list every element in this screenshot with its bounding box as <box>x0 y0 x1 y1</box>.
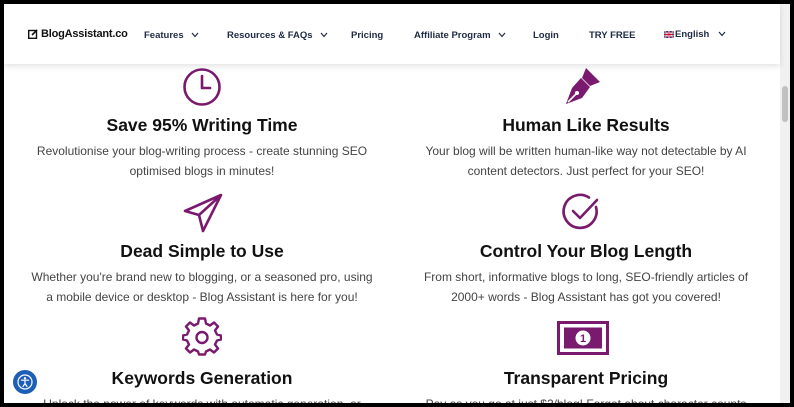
site-header: BlogAssistant.co Features Resources & FA… <box>4 4 780 64</box>
language-label: English <box>675 28 710 40</box>
accessibility-icon <box>17 374 33 390</box>
chevron-down-icon <box>498 32 506 38</box>
feature-title: Control Your Blog Length <box>479 241 693 261</box>
feature-description: From short, informative blogs to long, S… <box>396 267 776 307</box>
banknote-icon: 1 <box>557 321 609 355</box>
feature-description: Unlock the power of keywords with automa… <box>12 394 392 403</box>
check-circle-icon <box>562 193 599 230</box>
nav-features[interactable]: Features <box>144 28 199 42</box>
feature-description-line: Your blog will be written human-like way… <box>425 144 747 158</box>
feature-title: Human Like Results <box>502 115 670 135</box>
feature-title: Dead Simple to Use <box>120 241 284 261</box>
feature-description-line: Unlock the power of keywords with automa… <box>12 394 392 403</box>
scrollbar-thumb[interactable] <box>782 86 788 122</box>
feature-description-line: a mobile device or desktop - Blog Assist… <box>46 290 358 304</box>
nav-pricing[interactable]: Pricing <box>351 28 383 42</box>
chevron-down-icon <box>718 31 726 37</box>
nav-try-free[interactable]: TRY FREE <box>589 28 635 42</box>
feature-description: Pay as you go at just $2/blog! Forget ab… <box>396 394 776 403</box>
nav-affiliate-label: Affiliate Program <box>414 29 491 41</box>
feature-description: Your blog will be written human-like way… <box>396 141 776 181</box>
nav-login[interactable]: Login <box>533 28 559 42</box>
nav-resources[interactable]: Resources & FAQs <box>227 28 328 42</box>
feature-description: Whether you're brand new to blogging, or… <box>12 267 392 307</box>
chevron-down-icon <box>320 32 328 38</box>
feature-description-line: optimised blogs in minutes! <box>129 164 275 178</box>
feature-description-line: Pay as you go at just $2/blog! Forget ab… <box>396 394 776 403</box>
logo-text: BlogAssistant.co <box>41 28 128 40</box>
nav-features-label: Features <box>144 29 184 41</box>
nav-pricing-label: Pricing <box>351 29 384 41</box>
feature-title: Transparent Pricing <box>503 368 669 388</box>
feature-title: Keywords Generation <box>111 368 293 388</box>
scrollbar-track[interactable] <box>780 4 790 403</box>
feature-description-line: content detectors. Just perfect for your… <box>467 164 705 178</box>
gear-icon <box>182 317 222 356</box>
browser-viewport: BlogAssistant.co Features Resources & FA… <box>4 4 790 403</box>
paper-plane-icon <box>183 193 223 233</box>
feature-description-line: Revolutionise your blog-writing process … <box>36 144 368 158</box>
feature-description-line: From short, informative blogs to long, S… <box>423 270 749 284</box>
nav-login-label: Login <box>533 29 559 41</box>
clock-icon <box>183 68 221 106</box>
feature-description-line: Whether you're brand new to blogging, or… <box>31 270 373 284</box>
feature-description-line: 2000+ words - Blog Assistant has got you… <box>451 290 721 304</box>
site-logo[interactable]: BlogAssistant.co <box>28 26 128 42</box>
accessibility-button[interactable] <box>13 370 37 394</box>
nav-resources-label: Resources & FAQs <box>227 29 313 41</box>
feature-title: Save 95% Writing Time <box>106 115 298 135</box>
nav-affiliate[interactable]: Affiliate Program <box>414 28 506 42</box>
svg-text:1: 1 <box>580 333 586 345</box>
uk-flag-icon <box>664 30 674 38</box>
chevron-down-icon <box>191 32 199 38</box>
language-selector[interactable]: English <box>664 27 726 41</box>
edit-square-icon <box>28 29 38 39</box>
feature-description: Revolutionise your blog-writing process … <box>12 141 392 181</box>
fountain-pen-icon <box>566 68 600 104</box>
nav-try-free-label: TRY FREE <box>589 29 636 41</box>
